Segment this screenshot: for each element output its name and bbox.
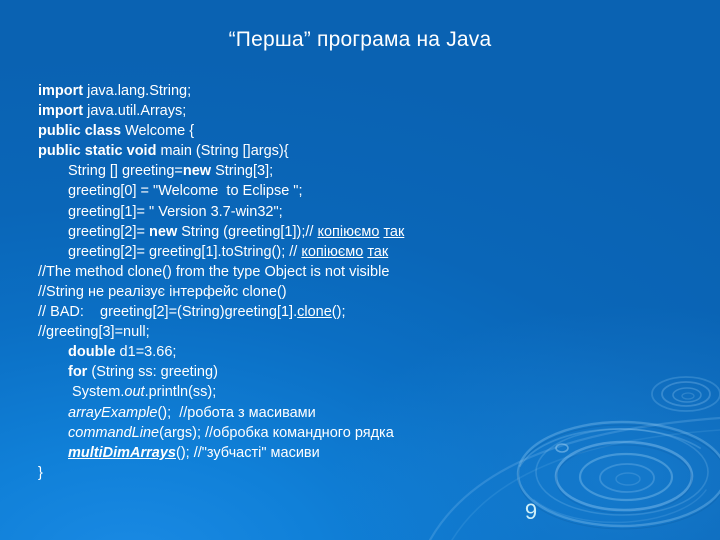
- code-token: d1=3.66;: [115, 344, 177, 361]
- code-token: import: [38, 83, 84, 99]
- code-token: копіюємо: [317, 223, 380, 240]
- code-token: multiDimArrays: [68, 444, 176, 461]
- code-token: (); //"зубчасті" масиви: [175, 444, 320, 461]
- code-token: arrayExample: [68, 404, 158, 421]
- code-token: так: [383, 223, 405, 240]
- code-line: public static void main (String []args){: [38, 141, 678, 161]
- code-token: Welcome {: [121, 123, 195, 140]
- code-token: }: [38, 464, 43, 481]
- code-token: String [] greeting=: [68, 163, 183, 180]
- code-line: String [] greeting=new String[3];: [38, 161, 678, 181]
- slide-canvas: “Перша” програма на Java import java.lan…: [0, 0, 720, 540]
- code-token: for: [68, 364, 88, 381]
- code-token: out: [124, 384, 145, 401]
- code-token: double: [68, 344, 116, 361]
- code-line: greeting[2]= greeting[1].toString(); // …: [38, 242, 678, 262]
- slide-title: “Перша” програма на Java: [228, 28, 492, 51]
- code-token: //greeting[3]=null;: [38, 324, 150, 341]
- code-line: //The method clone() from the type Objec…: [38, 262, 678, 282]
- code-token: greeting[1]= " Version 3.7-win32";: [68, 203, 283, 220]
- code-token: public static void: [38, 143, 157, 160]
- code-line: public class Welcome {: [38, 121, 678, 141]
- slide-number: 9: [524, 499, 538, 524]
- code-token: String[3];: [211, 163, 274, 180]
- code-line: multiDimArrays(); //"зубчасті" масиви: [38, 443, 678, 463]
- code-token: //String не реалізує інтерфейс clone(): [38, 283, 287, 300]
- code-token: greeting[2]=: [68, 223, 150, 240]
- code-line: arrayExample(); //робота з масивами: [38, 403, 678, 423]
- java-code-listing: import java.lang.String; import java.util…: [38, 81, 678, 483]
- code-line: //String не реалізує інтерфейс clone(): [38, 282, 678, 302]
- code-token: greeting[2]= greeting[1].toString(); //: [68, 243, 302, 260]
- code-line: System.out.println(ss);: [38, 382, 678, 402]
- code-token: String (greeting[1]);//: [177, 223, 318, 240]
- code-token: new: [149, 223, 178, 240]
- code-line: }: [38, 463, 678, 483]
- code-token: (args); //обробка командного рядка: [159, 424, 394, 441]
- code-line: greeting[2]= new String (greeting[1]);//…: [38, 222, 678, 242]
- code-line: greeting[0] = "Welcome to Eclipse ";: [38, 181, 678, 201]
- code-token: (String ss: greeting): [87, 364, 218, 381]
- code-line: //greeting[3]=null;: [38, 322, 678, 342]
- code-token: import: [38, 103, 84, 120]
- code-token: ();: [331, 304, 346, 321]
- code-token: public class: [38, 123, 122, 140]
- code-token: System.: [68, 384, 125, 401]
- code-token: так: [367, 243, 389, 260]
- code-token: greeting[0] = "Welcome to Eclipse ";: [68, 183, 303, 200]
- code-token: java.util.Arrays;: [83, 103, 187, 120]
- code-line: commandLine(args); //обробка командного …: [38, 423, 678, 443]
- code-token: commandLine: [68, 424, 160, 441]
- code-line: import java.util.Arrays;: [38, 101, 678, 121]
- code-token: new: [182, 163, 212, 180]
- code-line: greeting[1]= " Version 3.7-win32";: [38, 202, 678, 222]
- code-token: //The method clone() from the type Objec…: [38, 263, 390, 280]
- code-token: (); //робота з масивами: [157, 404, 316, 421]
- code-line: double d1=3.66;: [38, 342, 678, 362]
- code-token: // BAD: greeting[2]=(String)greeting[1].: [38, 304, 298, 321]
- code-token: clone: [297, 304, 332, 321]
- code-line: import java.lang.String;: [38, 81, 678, 101]
- code-token: java.lang.String;: [83, 83, 192, 99]
- code-line: // BAD: greeting[2]=(String)greeting[1].…: [38, 302, 678, 322]
- code-token: main (String []args){: [156, 143, 289, 160]
- code-token: копіюємо: [301, 243, 364, 260]
- code-line: for (String ss: greeting): [38, 362, 678, 382]
- code-token: .println(ss);: [144, 384, 217, 401]
